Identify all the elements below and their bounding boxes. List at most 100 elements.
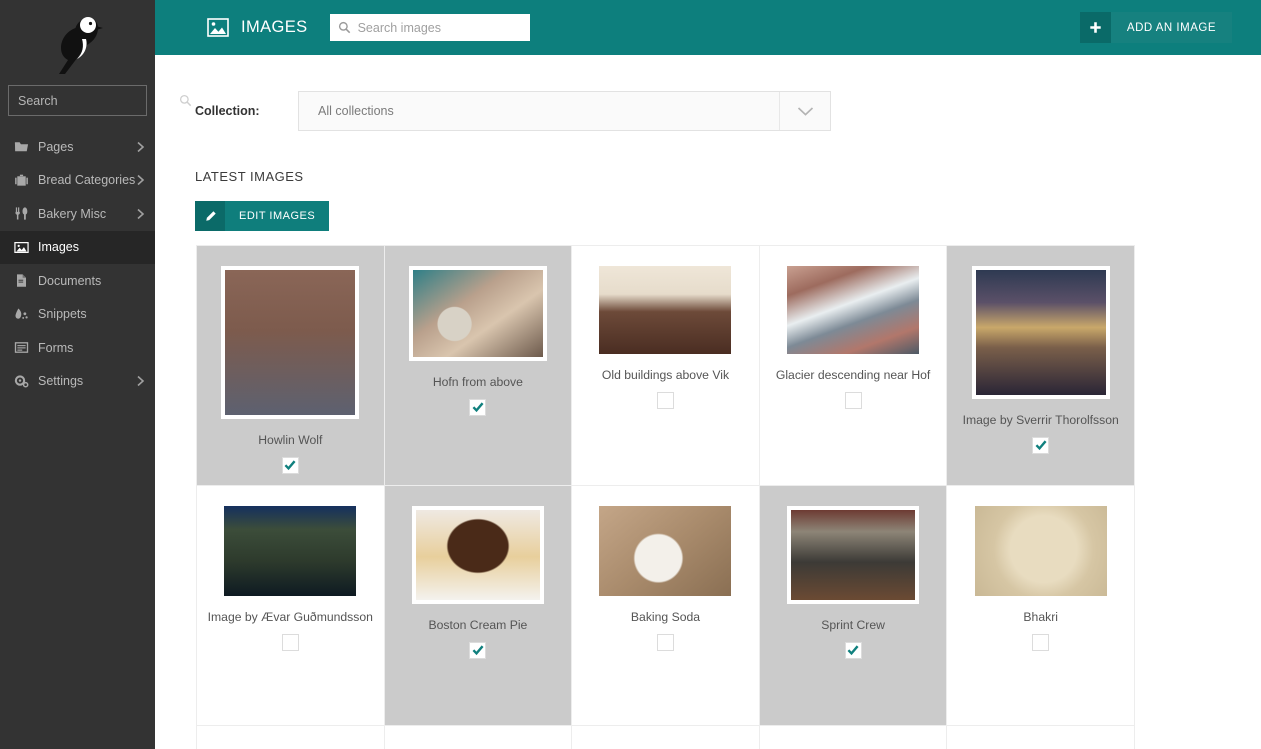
sidebar-item-forms[interactable]: Forms (0, 331, 155, 365)
sidebar-item-pages[interactable]: Pages (0, 130, 155, 164)
image-card[interactable]: Baking Soda (572, 486, 760, 726)
select-checkbox[interactable] (469, 398, 487, 416)
collection-filter-row: Collection: All collections (155, 55, 1261, 131)
thumbnail-bhakri-flatbread[interactable] (974, 506, 1107, 596)
sidebar-item-bread-categories[interactable]: Bread Categories (0, 164, 155, 198)
select-checkbox[interactable] (281, 633, 299, 651)
collection-label: Collection: (195, 104, 260, 118)
image-icon (207, 18, 229, 37)
sidebar-search[interactable] (8, 85, 192, 116)
thumbnail-glacier-mountain[interactable] (787, 266, 920, 354)
page-title: IMAGES (241, 18, 308, 36)
image-caption: Howlin Wolf (258, 433, 323, 447)
thumbnail-harbour-town-dusk[interactable] (975, 270, 1106, 395)
chevron-right-icon (137, 141, 145, 152)
image-caption: Image by Ævar Guðmundsson (207, 610, 373, 624)
sidebar: Pages Bread Categories (0, 0, 192, 749)
form-icon (14, 340, 29, 355)
thumbnail-frame (974, 506, 1107, 596)
thumbnail-frame (411, 506, 544, 604)
edit-images-label: EDIT IMAGES (239, 210, 316, 222)
image-caption: Glacier descending near Hof (775, 368, 931, 382)
add-an-image-button[interactable]: ADD AN IMAGE (1079, 12, 1232, 43)
briefcase-icon (14, 173, 29, 188)
image-caption: Image by Sverrir Thorolfsson (962, 413, 1119, 427)
image-card[interactable]: Old buildings above Vik (572, 246, 760, 486)
sidebar-item-label: Bakery Misc (38, 206, 107, 221)
thumbnail-group-photo-indoor[interactable] (791, 510, 916, 600)
thumbnail-portrait-man-brick-wall[interactable] (225, 270, 356, 415)
thumbnail-old-buildings-hillside[interactable] (599, 266, 732, 354)
image-grid: Howlin Wolf Hofn from above Old buildings … (196, 245, 1135, 749)
header-title-group: IMAGES (155, 14, 530, 41)
image-card[interactable]: Bhakri (947, 486, 1135, 726)
image-card[interactable]: Boston Cream Pie (384, 486, 573, 726)
check-icon (472, 402, 484, 413)
thumbnail-frame (224, 506, 357, 596)
thumbnail-frame (787, 506, 920, 604)
sidebar-item-label: Images (38, 240, 79, 255)
image-card[interactable]: Sprint Crew (759, 486, 948, 726)
add-an-image-label: ADD AN IMAGE (1126, 21, 1216, 34)
image-card[interactable] (947, 726, 1135, 749)
sidebar-item-label: Bread Categories (38, 173, 136, 188)
image-caption: Old buildings above Vik (601, 368, 730, 382)
thumbnail-frame (787, 266, 920, 354)
thumbnail-frame (408, 266, 547, 361)
select-checkbox[interactable] (844, 641, 862, 659)
select-checkbox[interactable] (1032, 633, 1050, 651)
image-card[interactable] (759, 726, 948, 749)
image-card[interactable]: Image by Ævar Guðmundsson (197, 486, 385, 726)
chevron-right-icon (137, 376, 145, 387)
sidebar-item-label: Documents (38, 273, 102, 288)
thumbnail-frame (599, 506, 732, 596)
select-checkbox[interactable] (281, 456, 299, 474)
sidebar-item-snippets[interactable]: Snippets (0, 298, 155, 332)
select-checkbox[interactable] (656, 633, 674, 651)
document-icon (14, 273, 29, 288)
thumbnail-aerial-river-delta[interactable] (412, 270, 543, 357)
thumbnail-baking-soda-bowl[interactable] (599, 506, 732, 596)
header-search[interactable] (329, 14, 530, 41)
image-card[interactable] (384, 726, 573, 749)
sidebar-item-bakery-misc[interactable]: Bakery Misc (0, 197, 155, 231)
header-search-input[interactable] (357, 20, 522, 35)
image-card[interactable]: Hofn from above (384, 246, 573, 486)
bird-logo (58, 16, 103, 74)
select-checkbox[interactable] (656, 391, 674, 409)
collection-select[interactable]: All collections (298, 91, 831, 131)
check-icon (284, 460, 296, 471)
thumbnail-boston-cream-pie-plate[interactable] (415, 510, 540, 600)
sidebar-item-images[interactable]: Images (0, 230, 155, 264)
thumbnail-waterfall-canyon[interactable] (224, 506, 357, 596)
main-area: IMAGES ADD AN IMAGE Collection: All coll… (155, 0, 1261, 749)
image-card[interactable] (572, 726, 760, 749)
image-card[interactable]: Image by Sverrir Thorolfsson (947, 246, 1135, 486)
gear-icon (14, 374, 29, 389)
sidebar-item-settings[interactable]: Settings (0, 365, 155, 399)
sidebar-item-label: Settings (38, 374, 84, 389)
logo[interactable] (0, 0, 155, 85)
edit-images-button[interactable]: EDIT IMAGES (195, 201, 330, 231)
sidebar-item-documents[interactable]: Documents (0, 264, 155, 298)
select-checkbox[interactable] (1032, 436, 1050, 454)
section-title: LATEST IMAGES (195, 169, 304, 184)
select-checkbox[interactable] (844, 391, 862, 409)
image-card[interactable]: Howlin Wolf (197, 246, 385, 486)
thumbnail-frame (971, 266, 1110, 399)
folder-icon (14, 139, 29, 154)
chevron-right-icon (137, 208, 145, 219)
check-icon (472, 645, 484, 656)
cutlery-icon (14, 206, 29, 221)
chevron-down-icon[interactable] (779, 92, 830, 130)
select-checkbox[interactable] (469, 641, 487, 659)
search-icon (338, 21, 350, 34)
sidebar-item-label: Pages (38, 139, 74, 154)
image-card[interactable] (197, 726, 385, 749)
image-icon (14, 240, 29, 255)
image-card[interactable]: Glacier descending near Hof (759, 246, 948, 486)
snippet-icon (14, 307, 29, 322)
sidebar-search-input[interactable] (18, 93, 179, 108)
check-icon (1035, 440, 1047, 451)
sidebar-item-label: Snippets (38, 307, 87, 322)
